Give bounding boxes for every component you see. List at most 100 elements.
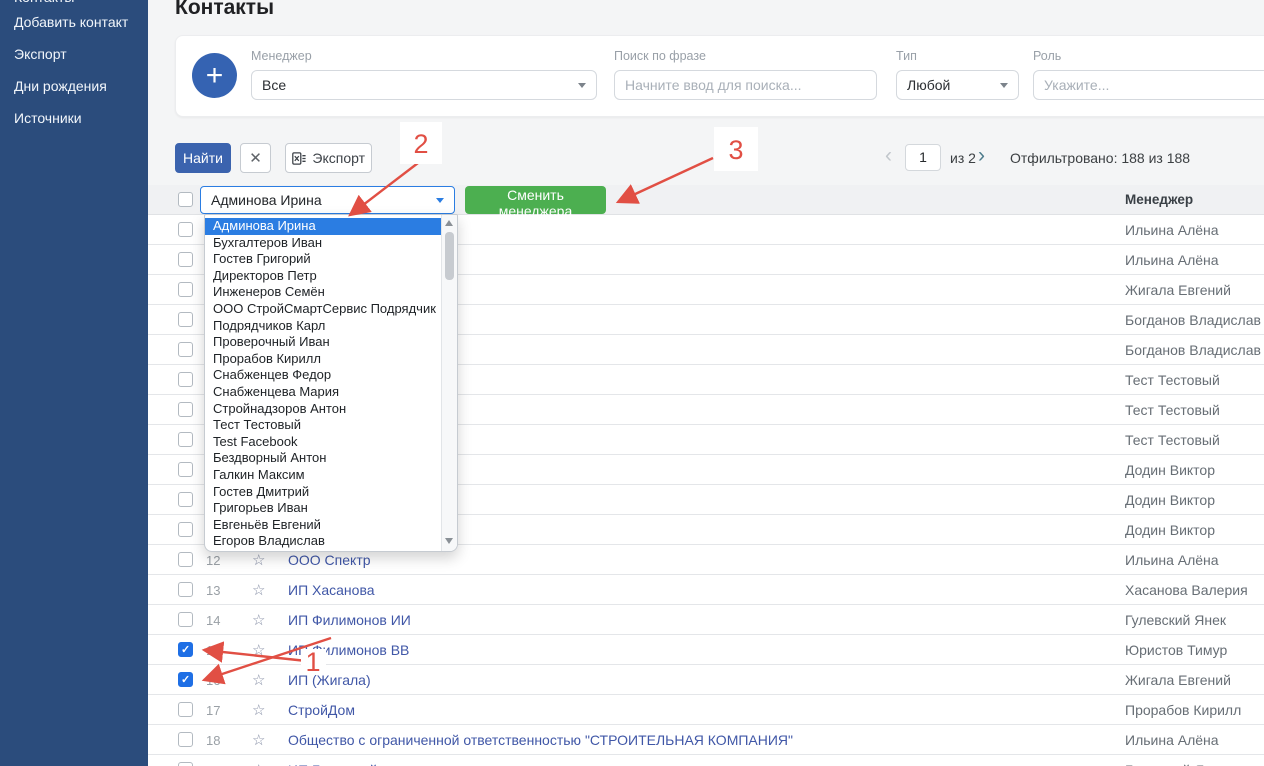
crm-contacts-screen: КонтактыДобавить контактЭкспортДни рожде… bbox=[0, 0, 1264, 766]
add-contact-button[interactable]: + bbox=[192, 53, 237, 98]
dropdown-option[interactable]: Снабженцев Федор bbox=[205, 367, 442, 384]
main-content: Контакты + Менеджер Все Поиск по фразе Т… bbox=[148, 0, 1264, 766]
row-manager: Додин Виктор bbox=[1125, 522, 1215, 538]
dropdown-option[interactable]: Админова Ирина bbox=[205, 218, 442, 235]
dropdown-option[interactable]: Галкин Максим bbox=[205, 467, 442, 484]
manager-filter-select[interactable]: Все bbox=[251, 70, 597, 100]
search-input[interactable] bbox=[614, 70, 877, 100]
dropdown-option[interactable]: Евгеньёв Евгений bbox=[205, 517, 442, 534]
dropdown-option[interactable]: Гостев Григорий bbox=[205, 251, 442, 268]
row-checkbox[interactable] bbox=[178, 342, 193, 357]
dropdown-option[interactable]: Подрядчиков Карл bbox=[205, 318, 442, 335]
page-number-input[interactable]: 1 bbox=[905, 144, 941, 171]
table-row[interactable]: 19 ☆ ИП Гулевский Гулевский Янек bbox=[148, 755, 1264, 766]
sidebar-item[interactable]: Добавить контакт bbox=[0, 6, 148, 38]
export-button[interactable]: Экспорт bbox=[285, 143, 372, 173]
scroll-down-icon[interactable] bbox=[445, 538, 453, 544]
star-icon[interactable]: ☆ bbox=[252, 671, 265, 689]
contact-name-link[interactable]: ИП Хасанова bbox=[288, 582, 375, 598]
table-row[interactable]: 14 ☆ ИП Филимонов ИИ Гулевский Янек bbox=[148, 605, 1264, 635]
row-checkbox[interactable] bbox=[178, 312, 193, 327]
row-checkbox[interactable] bbox=[178, 672, 193, 687]
table-row[interactable]: 13 ☆ ИП Хасанова Хасанова Валерия bbox=[148, 575, 1264, 605]
change-manager-button[interactable]: Сменить менеджера bbox=[465, 186, 606, 214]
row-manager: Гулевский Янек bbox=[1125, 612, 1226, 628]
clear-filters-button[interactable]: ✕ bbox=[240, 143, 271, 173]
star-icon[interactable]: ☆ bbox=[252, 581, 265, 599]
row-checkbox[interactable] bbox=[178, 492, 193, 507]
row-checkbox[interactable] bbox=[178, 252, 193, 267]
row-checkbox[interactable] bbox=[178, 582, 193, 597]
row-number: 17 bbox=[206, 703, 220, 718]
table-row[interactable]: 15 ☆ ИП Филимонов ВВ Юристов Тимур bbox=[148, 635, 1264, 665]
star-icon[interactable]: ☆ bbox=[252, 551, 265, 569]
filtered-count-label: Отфильтровано: 188 из 188 bbox=[1010, 150, 1190, 166]
dropdown-option[interactable]: Григорьев Иван bbox=[205, 500, 442, 517]
scroll-up-icon[interactable] bbox=[445, 220, 453, 226]
table-row[interactable]: 17 ☆ СтройДом Прорабов Кирилл bbox=[148, 695, 1264, 725]
contact-name-link[interactable]: ООО Спектр bbox=[288, 552, 371, 568]
sidebar-item[interactable]: Дни рождения bbox=[0, 70, 148, 102]
next-page-button[interactable]: › bbox=[978, 141, 985, 171]
table-row[interactable]: 18 ☆ Общество с ограниченной ответственн… bbox=[148, 725, 1264, 755]
type-filter-select[interactable]: Любой bbox=[896, 70, 1019, 100]
star-icon[interactable]: ☆ bbox=[252, 611, 265, 629]
dropdown-option[interactable]: Егоров Владислав bbox=[205, 533, 442, 550]
chevron-down-icon bbox=[578, 83, 586, 88]
find-button[interactable]: Найти bbox=[175, 143, 231, 173]
dropdown-option[interactable]: Директоров Петр bbox=[205, 268, 442, 285]
manager-filter-label: Менеджер bbox=[251, 49, 597, 63]
dropdown-option[interactable]: Стройнадзоров Антон bbox=[205, 401, 442, 418]
contact-name-link[interactable]: ИП Филимонов ВВ bbox=[288, 642, 409, 658]
table-row[interactable]: 16 ☆ ИП (Жигала) Жигала Евгений bbox=[148, 665, 1264, 695]
dropdown-scrollbar[interactable] bbox=[441, 215, 457, 551]
dropdown-option[interactable]: Прорабов Кирилл bbox=[205, 351, 442, 368]
role-input[interactable] bbox=[1033, 70, 1264, 100]
select-all-checkbox[interactable] bbox=[178, 192, 193, 207]
row-checkbox[interactable] bbox=[178, 522, 193, 537]
dropdown-option[interactable]: Тест Тестовый bbox=[205, 417, 442, 434]
row-number: 13 bbox=[206, 583, 220, 598]
dropdown-option[interactable]: Инженеров Семён bbox=[205, 284, 442, 301]
star-icon[interactable]: ☆ bbox=[252, 761, 265, 766]
contact-name-link[interactable]: ИП (Жигала) bbox=[288, 672, 371, 688]
dropdown-option[interactable]: Снабженцева Мария bbox=[205, 384, 442, 401]
dropdown-option[interactable]: Бухгалтеров Иван bbox=[205, 235, 442, 252]
row-checkbox[interactable] bbox=[178, 552, 193, 567]
contact-name-link[interactable]: Общество с ограниченной ответственностью… bbox=[288, 732, 793, 748]
page-count-label: из 2 bbox=[950, 150, 976, 166]
sidebar-item[interactable]: Экспорт bbox=[0, 38, 148, 70]
row-checkbox[interactable] bbox=[178, 642, 193, 657]
sidebar-nav: КонтактыДобавить контактЭкспортДни рожде… bbox=[0, 0, 148, 134]
row-manager: Ильина Алёна bbox=[1125, 252, 1219, 268]
row-checkbox[interactable] bbox=[178, 282, 193, 297]
row-checkbox[interactable] bbox=[178, 702, 193, 717]
row-checkbox[interactable] bbox=[178, 732, 193, 747]
manager-dropdown-list: Админова ИринаБухгалтеров ИванГостев Гри… bbox=[204, 214, 458, 552]
row-checkbox[interactable] bbox=[178, 612, 193, 627]
bulk-manager-select[interactable]: Админова Ирина bbox=[200, 186, 455, 214]
row-checkbox[interactable] bbox=[178, 372, 193, 387]
sidebar-item[interactable]: Источники bbox=[0, 102, 148, 134]
row-checkbox[interactable] bbox=[178, 222, 193, 237]
prev-page-button[interactable]: ‹ bbox=[885, 141, 892, 171]
row-checkbox[interactable] bbox=[178, 432, 193, 447]
dropdown-option[interactable]: Гостев Дмитрий bbox=[205, 484, 442, 501]
dropdown-option[interactable]: Test Facebook bbox=[205, 434, 442, 451]
row-checkbox[interactable] bbox=[178, 462, 193, 477]
contact-name-link[interactable]: СтройДом bbox=[288, 702, 355, 718]
row-manager: Ильина Алёна bbox=[1125, 222, 1219, 238]
scrollbar-thumb[interactable] bbox=[445, 232, 454, 280]
row-checkbox[interactable] bbox=[178, 402, 193, 417]
row-checkbox[interactable] bbox=[178, 762, 193, 766]
dropdown-option[interactable]: Проверочный Иван bbox=[205, 334, 442, 351]
row-manager: Юристов Тимур bbox=[1125, 642, 1227, 658]
dropdown-option[interactable]: ООО СтройСмартСервис Подрядчик bbox=[205, 301, 442, 318]
contact-name-link[interactable]: ИП Гулевский bbox=[288, 762, 377, 766]
star-icon[interactable]: ☆ bbox=[252, 641, 265, 659]
star-icon[interactable]: ☆ bbox=[252, 701, 265, 719]
contact-name-link[interactable]: ИП Филимонов ИИ bbox=[288, 612, 411, 628]
excel-icon bbox=[292, 151, 306, 166]
dropdown-option[interactable]: Бездворный Антон bbox=[205, 450, 442, 467]
star-icon[interactable]: ☆ bbox=[252, 731, 265, 749]
